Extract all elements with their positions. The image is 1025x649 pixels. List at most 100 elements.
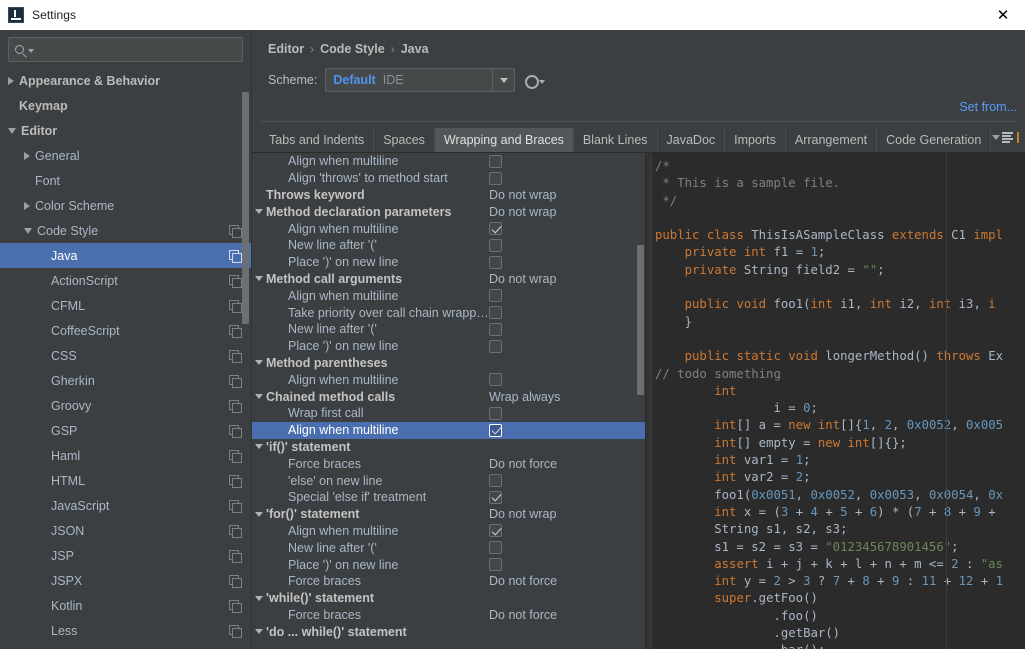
copy-scheme-icon[interactable] (229, 624, 242, 638)
option-row[interactable]: New line after '(' (252, 237, 645, 254)
option-checkbox[interactable] (489, 154, 502, 168)
chevron-down-icon[interactable] (252, 209, 266, 215)
option-checkbox[interactable] (489, 322, 502, 336)
sidebar-item-javascript[interactable]: JavaScript (0, 493, 251, 518)
option-value[interactable]: Do not wrap (489, 272, 639, 286)
option-row[interactable]: Align when multiline (252, 371, 645, 388)
chevron-down-icon[interactable] (252, 629, 266, 635)
option-checkbox[interactable] (489, 490, 502, 504)
search-input[interactable] (8, 37, 243, 62)
option-value[interactable]: Do not wrap (489, 205, 639, 219)
copy-scheme-icon[interactable] (229, 424, 242, 438)
option-row[interactable]: Force braces Do not force (252, 455, 645, 472)
option-value[interactable]: Do not wrap (489, 507, 639, 521)
option-checkbox[interactable] (489, 524, 502, 538)
tab-code-generation[interactable]: Code Generation (877, 128, 992, 152)
copy-scheme-icon[interactable] (229, 324, 242, 338)
option-checkbox[interactable] (489, 222, 502, 236)
copy-scheme-icon[interactable] (229, 249, 242, 263)
options-scrollbar[interactable] (637, 153, 644, 649)
tab-list-icon[interactable] (992, 132, 1019, 143)
copy-scheme-icon[interactable] (229, 374, 242, 388)
sidebar-item-java[interactable]: Java (0, 243, 251, 268)
option-checkbox[interactable] (489, 339, 502, 353)
chevron-down-icon[interactable] (28, 49, 34, 53)
copy-scheme-icon[interactable] (229, 224, 242, 238)
sidebar-item-kotlin[interactable]: Kotlin (0, 593, 251, 618)
option-row[interactable]: Special 'else if' treatment (252, 489, 645, 506)
option-row[interactable]: New line after '(' (252, 321, 645, 338)
option-row[interactable]: Force braces Do not force (252, 573, 645, 590)
option-row[interactable]: 'else' on new line (252, 472, 645, 489)
option-row[interactable]: Method parentheses (252, 355, 645, 372)
chevron-right-icon[interactable] (24, 151, 30, 160)
sidebar-item-css[interactable]: CSS (0, 343, 251, 368)
option-checkbox[interactable] (489, 306, 502, 320)
option-checkbox[interactable] (489, 474, 502, 488)
option-row[interactable]: Align when multiline (252, 220, 645, 237)
option-checkbox[interactable] (489, 373, 502, 387)
sidebar-item-html[interactable]: HTML (0, 468, 251, 493)
sidebar-item-keymap[interactable]: Keymap (0, 93, 251, 118)
option-row[interactable]: Wrap first call (252, 405, 645, 422)
sidebar-item-code-style[interactable]: Code Style (0, 218, 251, 243)
sidebar-item-json[interactable]: JSON (0, 518, 251, 543)
scheme-settings-button[interactable] (523, 73, 546, 89)
breadcrumb-item[interactable]: Java (401, 42, 429, 56)
tab-wrapping-and-braces[interactable]: Wrapping and Braces (434, 128, 574, 152)
chevron-down-icon[interactable] (252, 360, 266, 366)
chevron-down-icon[interactable] (24, 227, 32, 234)
sidebar-item-gherkin[interactable]: Gherkin (0, 368, 251, 393)
sidebar-item-appearance-behavior[interactable]: Appearance & Behavior (0, 68, 251, 93)
option-value[interactable]: Do not force (489, 574, 639, 588)
copy-scheme-icon[interactable] (229, 549, 242, 563)
option-row[interactable]: 'do ... while()' statement (252, 623, 645, 640)
option-checkbox[interactable] (489, 289, 502, 303)
option-checkbox[interactable] (489, 406, 502, 420)
copy-scheme-icon[interactable] (229, 574, 242, 588)
copy-scheme-icon[interactable] (229, 474, 242, 488)
option-value[interactable]: Do not force (489, 608, 639, 622)
tab-javadoc[interactable]: JavaDoc (657, 128, 726, 152)
option-row[interactable]: Method call arguments Do not wrap (252, 271, 645, 288)
option-row[interactable]: 'for()' statement Do not wrap (252, 506, 645, 523)
sidebar-tree[interactable]: Appearance & Behavior Keymap Editor General… (0, 68, 251, 649)
tab-spaces[interactable]: Spaces (374, 128, 435, 152)
copy-scheme-icon[interactable] (229, 499, 242, 513)
option-value[interactable]: Do not wrap (489, 188, 639, 202)
option-row[interactable]: Align when multiline (252, 523, 645, 540)
sidebar-item-general[interactable]: General (0, 143, 251, 168)
option-value[interactable]: Wrap always (489, 390, 639, 404)
option-row[interactable]: Place ')' on new line (252, 338, 645, 355)
option-checkbox[interactable] (489, 558, 502, 572)
option-row[interactable]: Throws keyword Do not wrap (252, 187, 645, 204)
chevron-down-icon[interactable] (8, 127, 16, 134)
option-checkbox[interactable] (489, 238, 502, 252)
tab-arrangement[interactable]: Arrangement (785, 128, 878, 152)
option-row[interactable]: Align when multiline (252, 153, 645, 170)
option-row[interactable]: Align when multiline (252, 421, 645, 439)
sidebar-item-jsp[interactable]: JSP (0, 543, 251, 568)
option-row[interactable]: Align when multiline (252, 287, 645, 304)
sidebar-item-actionscript[interactable]: ActionScript (0, 268, 251, 293)
wrapping-options-tree[interactable]: Align when multiline Align 'throws' to me… (252, 153, 646, 649)
code-preview-pane[interactable]: /* * This is a sample file. */ public cl… (646, 153, 1025, 649)
settings-tabbar[interactable]: Tabs and Indents Spaces Wrapping and Brace… (252, 122, 1025, 152)
chevron-down-icon[interactable] (252, 444, 266, 450)
tab-imports[interactable]: Imports (725, 128, 786, 152)
sidebar-item-less[interactable]: Less (0, 618, 251, 643)
chevron-down-icon[interactable] (252, 511, 266, 517)
copy-scheme-icon[interactable] (229, 299, 242, 313)
set-from-link[interactable]: Set from... (959, 100, 1017, 114)
chevron-down-icon[interactable] (252, 394, 266, 400)
chevron-down-icon[interactable] (252, 595, 266, 601)
copy-scheme-icon[interactable] (229, 449, 242, 463)
option-row[interactable]: Place ')' on new line (252, 254, 645, 271)
sidebar-item-haml[interactable]: Haml (0, 443, 251, 468)
copy-scheme-icon[interactable] (229, 399, 242, 413)
sidebar-item-font[interactable]: Font (0, 168, 251, 193)
option-row[interactable]: 'if()' statement (252, 439, 645, 456)
option-row[interactable]: Force braces Do not force (252, 607, 645, 624)
close-icon[interactable]: ✕ (981, 0, 1025, 30)
option-checkbox[interactable] (489, 255, 502, 269)
